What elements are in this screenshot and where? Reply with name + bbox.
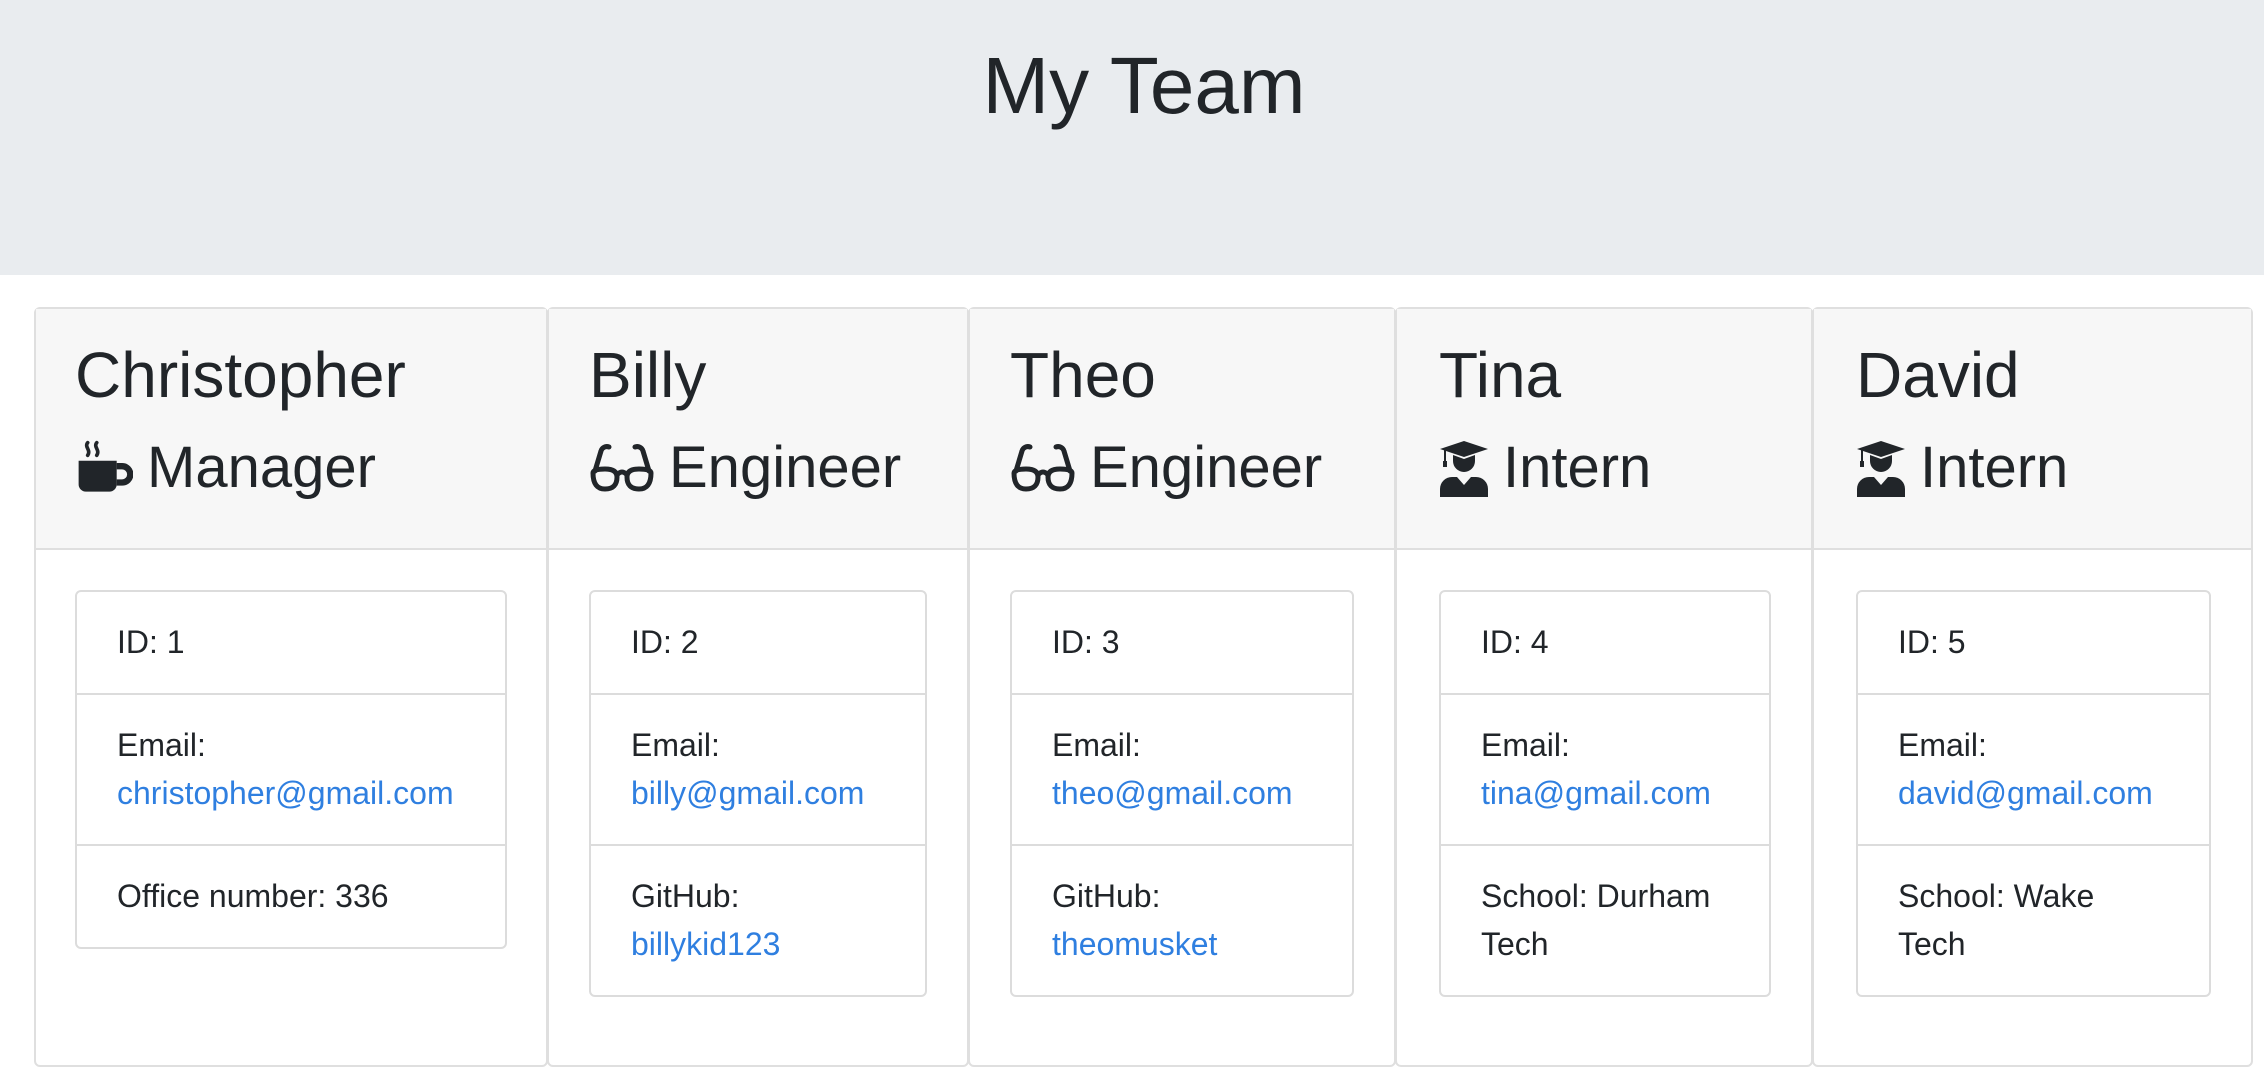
member-details-list: ID: 1 Email: christopher@gmail.com Offic… xyxy=(75,590,507,949)
coffee-icon xyxy=(75,439,133,497)
member-name: Billy xyxy=(589,339,707,411)
email-label: Email: xyxy=(631,727,720,763)
team-member-card: Theo Engineer ID: 3 Email: theo@gmail.co… xyxy=(968,307,1396,1067)
card-header: David Intern xyxy=(1814,309,2251,550)
member-name: David xyxy=(1856,339,2020,411)
team-member-card: Tina Intern ID: 4 Email: tina@gmail.com … xyxy=(1395,307,1813,1067)
member-role: Engineer xyxy=(1010,433,1322,503)
member-name: Christopher xyxy=(75,339,406,411)
card-header: Theo Engineer xyxy=(970,309,1394,550)
member-email-row: Email: theo@gmail.com xyxy=(1012,695,1352,846)
card-header: Christopher Manager xyxy=(36,309,546,550)
graduate-icon xyxy=(1856,439,1906,497)
member-id: ID: 1 xyxy=(77,592,505,695)
member-details-list: ID: 4 Email: tina@gmail.com School: Durh… xyxy=(1439,590,1771,997)
member-details-list: ID: 2 Email: billy@gmail.com GitHub: bil… xyxy=(589,590,927,997)
email-link[interactable]: david@gmail.com xyxy=(1898,769,2169,817)
glasses-icon xyxy=(589,439,655,497)
member-role-label: Intern xyxy=(1503,435,1652,500)
github-label: GitHub: xyxy=(1052,878,1161,914)
github-row: GitHub: theomusket xyxy=(1012,846,1352,995)
school: School: Durham Tech xyxy=(1481,878,1711,962)
team-member-card: Billy Engineer ID: 2 Email: billy@gmail.… xyxy=(547,307,969,1067)
member-role-label: Intern xyxy=(1920,435,2069,500)
member-name: Theo xyxy=(1010,339,1156,411)
github-link[interactable]: billykid123 xyxy=(631,920,885,968)
member-id: ID: 4 xyxy=(1441,592,1769,695)
member-email-row: Email: tina@gmail.com xyxy=(1441,695,1769,846)
member-details-list: ID: 3 Email: theo@gmail.com GitHub: theo… xyxy=(1010,590,1354,997)
member-role: Intern xyxy=(1439,433,1651,503)
member-role: Manager xyxy=(75,433,376,503)
member-role-label: Engineer xyxy=(1090,435,1323,500)
member-role-label: Manager xyxy=(147,435,376,500)
email-link[interactable]: theo@gmail.com xyxy=(1052,769,1312,817)
team-member-card: Christopher Manager ID: 1 Email: christo… xyxy=(34,307,548,1067)
member-role: Engineer xyxy=(589,433,901,503)
member-email-row: Email: david@gmail.com xyxy=(1858,695,2209,846)
member-details-list: ID: 5 Email: david@gmail.com School: Wak… xyxy=(1856,590,2211,997)
member-id: ID: 5 xyxy=(1858,592,2209,695)
email-link[interactable]: billy@gmail.com xyxy=(631,769,885,817)
team-member-card: David Intern ID: 5 Email: david@gmail.co… xyxy=(1812,307,2253,1067)
email-label: Email: xyxy=(1481,727,1570,763)
github-row: GitHub: billykid123 xyxy=(591,846,925,995)
member-email-row: Email: billy@gmail.com xyxy=(591,695,925,846)
member-name: Tina xyxy=(1439,339,1562,411)
member-role-label: Engineer xyxy=(669,435,902,500)
github-label: GitHub: xyxy=(631,878,740,914)
page-title: My Team xyxy=(982,41,1306,130)
email-label: Email: xyxy=(1898,727,1987,763)
glasses-icon xyxy=(1010,439,1076,497)
email-label: Email: xyxy=(117,727,206,763)
email-link[interactable]: tina@gmail.com xyxy=(1481,769,1729,817)
school: School: Wake Tech xyxy=(1898,878,2095,962)
email-link[interactable]: christopher@gmail.com xyxy=(117,769,465,817)
member-id: ID: 3 xyxy=(1012,592,1352,695)
office-number: Office number: 336 xyxy=(117,878,389,914)
page-header: My Team xyxy=(0,0,2264,275)
card-header: Billy Engineer xyxy=(549,309,967,550)
member-email-row: Email: christopher@gmail.com xyxy=(77,695,505,846)
email-label: Email: xyxy=(1052,727,1141,763)
member-id: ID: 2 xyxy=(591,592,925,695)
graduate-icon xyxy=(1439,439,1489,497)
github-link[interactable]: theomusket xyxy=(1052,920,1312,968)
member-role: Intern xyxy=(1856,433,2068,503)
card-header: Tina Intern xyxy=(1397,309,1811,550)
